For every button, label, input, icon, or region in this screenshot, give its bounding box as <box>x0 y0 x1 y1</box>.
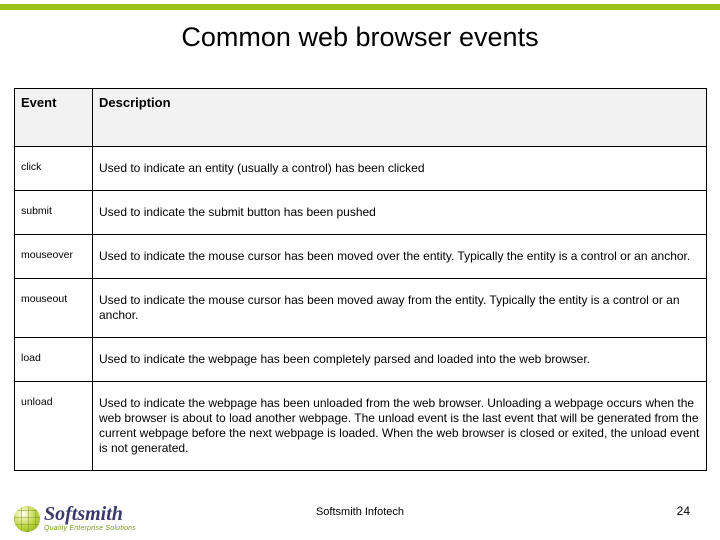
slide-title: Common web browser events <box>0 22 720 53</box>
table-row: mouseout Used to indicate the mouse curs… <box>15 279 707 338</box>
logo-tagline: Quality Enterprise Solutions <box>44 525 136 532</box>
table-row: click Used to indicate an entity (usuall… <box>15 147 707 191</box>
event-description: Used to indicate the webpage has been co… <box>93 338 707 382</box>
event-name: unload <box>15 382 93 471</box>
table-header-row: Event Description <box>15 89 707 147</box>
accent-bar <box>0 4 720 10</box>
table-row: submit Used to indicate the submit butto… <box>15 191 707 235</box>
header-event: Event <box>15 89 93 147</box>
logo-main: Softsmith <box>44 504 136 524</box>
globe-icon <box>14 506 40 532</box>
table-row: load Used to indicate the webpage has be… <box>15 338 707 382</box>
event-description: Used to indicate the submit button has b… <box>93 191 707 235</box>
slide: Common web browser events Event Descript… <box>0 0 720 540</box>
page-number: 24 <box>677 504 690 518</box>
event-name: submit <box>15 191 93 235</box>
event-name: mouseover <box>15 235 93 279</box>
table-row: unload Used to indicate the webpage has … <box>15 382 707 471</box>
event-name: click <box>15 147 93 191</box>
event-description: Used to indicate an entity (usually a co… <box>93 147 707 191</box>
event-name: mouseout <box>15 279 93 338</box>
event-description: Used to indicate the mouse cursor has be… <box>93 235 707 279</box>
table-row: mouseover Used to indicate the mouse cur… <box>15 235 707 279</box>
logo: Softsmith Quality Enterprise Solutions <box>14 504 136 532</box>
event-description: Used to indicate the webpage has been un… <box>93 382 707 471</box>
events-table: Event Description click Used to indicate… <box>14 88 707 471</box>
header-description: Description <box>93 89 707 147</box>
logo-text: Softsmith Quality Enterprise Solutions <box>44 504 136 532</box>
event-name: load <box>15 338 93 382</box>
event-description: Used to indicate the mouse cursor has be… <box>93 279 707 338</box>
